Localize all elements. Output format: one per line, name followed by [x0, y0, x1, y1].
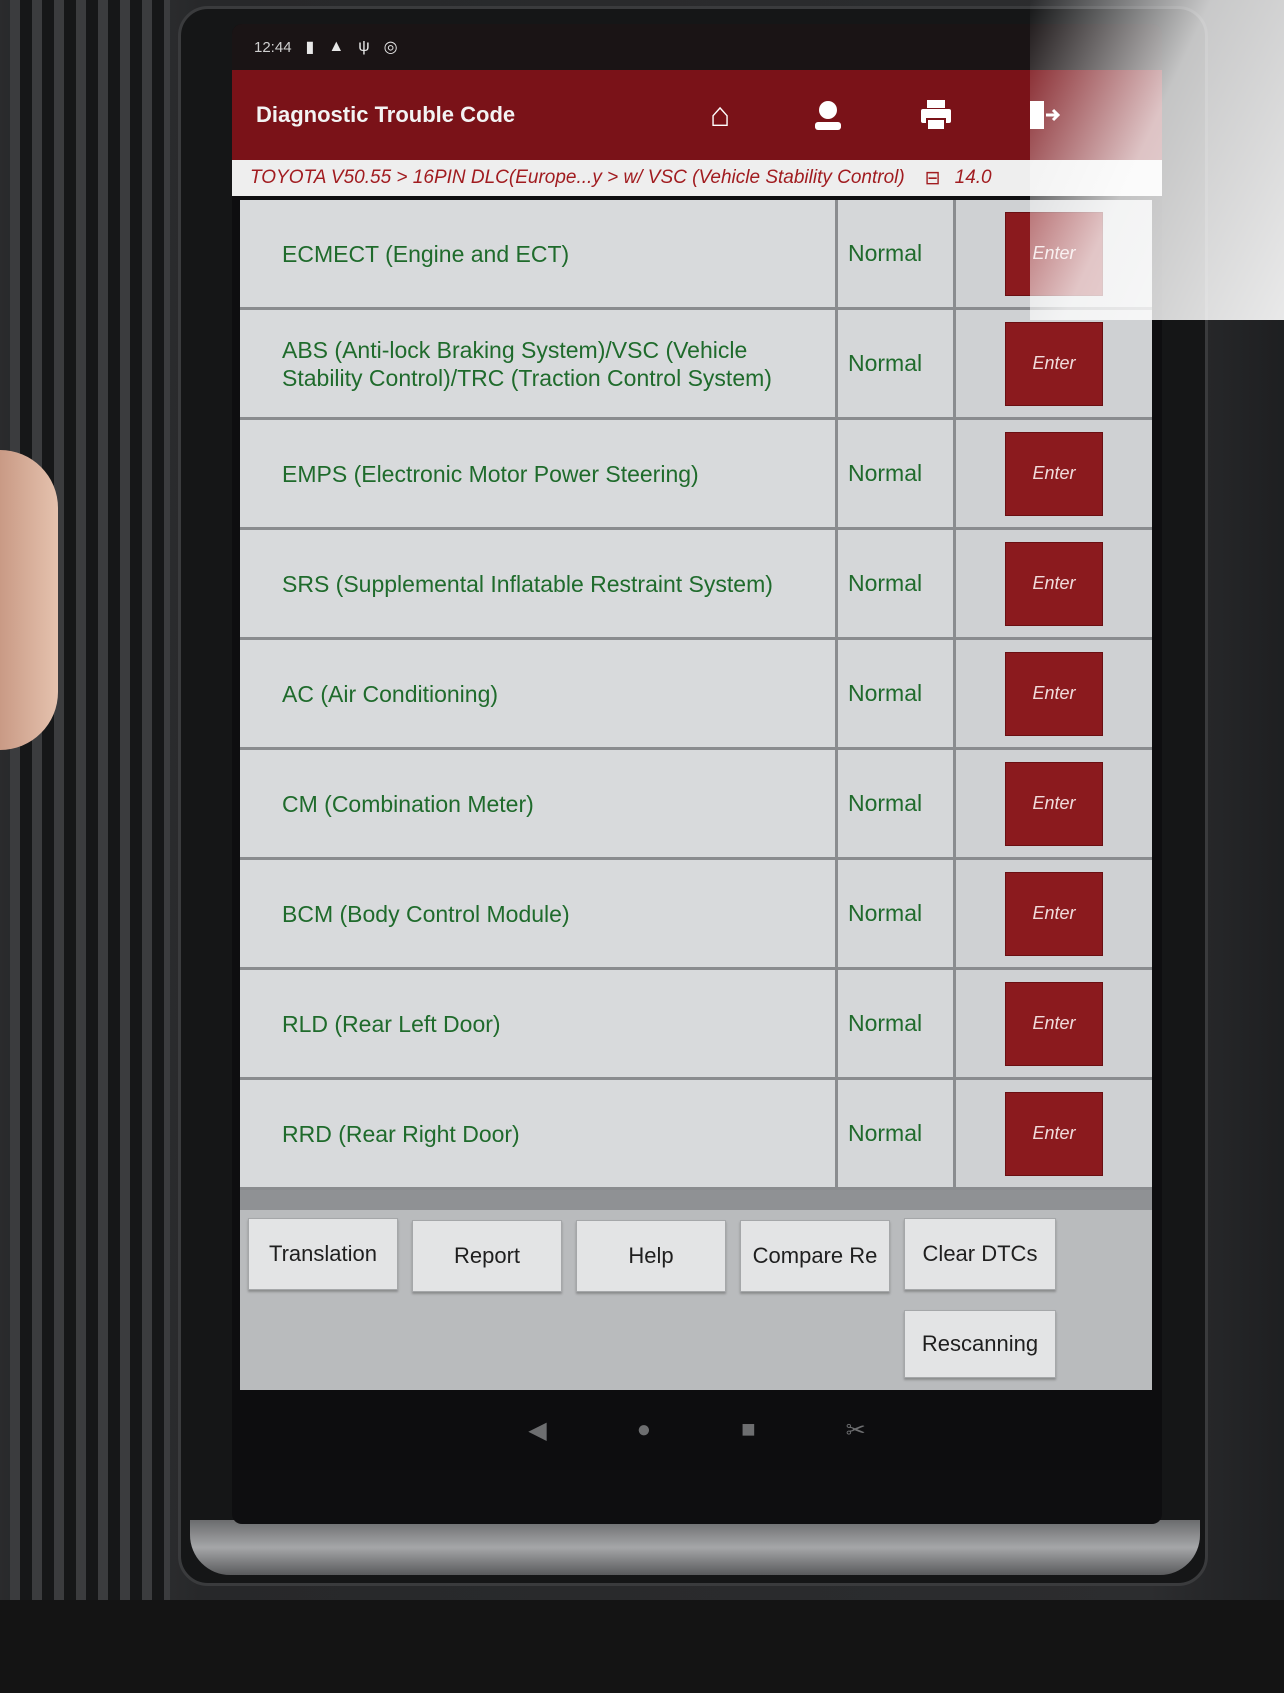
system-status: Normal: [838, 1080, 956, 1187]
battery-voltage: 14.0: [954, 167, 992, 188]
page-title: Diagnostic Trouble Code: [256, 102, 516, 127]
system-status: Normal: [838, 860, 956, 967]
background-surface: [0, 1600, 1284, 1693]
system-name: AC (Air Conditioning): [240, 640, 838, 747]
android-navbar: ◀ ● ■ ✂: [232, 1390, 1162, 1470]
table-row: AC (Air Conditioning) Normal Enter: [240, 640, 1152, 750]
system-name: RLD (Rear Left Door): [240, 970, 838, 1077]
warning-icon: ▲: [328, 38, 345, 55]
device-screen: 12:44 ▮ ▲ ψ ◎ Diagnostic Trouble Code ⌂: [232, 24, 1162, 1524]
system-name: ABS (Anti-lock Braking System)/VSC (Vehi…: [240, 310, 838, 417]
tablet-grip: [10, 0, 170, 1660]
user-button[interactable]: [774, 70, 882, 160]
help-button[interactable]: Help: [576, 1220, 726, 1292]
table-row: BCM (Body Control Module) Normal Enter: [240, 860, 1152, 970]
enter-button[interactable]: Enter: [1005, 651, 1103, 736]
table-row: ECMECT (Engine and ECT) Normal Enter: [240, 200, 1152, 310]
printer-icon: [921, 100, 951, 131]
home-button[interactable]: ⌂: [666, 70, 774, 160]
system-status: Normal: [838, 640, 956, 747]
system-status: Normal: [838, 750, 956, 857]
translation-button[interactable]: Translation: [248, 1218, 398, 1290]
table-row: EMPS (Electronic Motor Power Steering) N…: [240, 420, 1152, 530]
system-name: EMPS (Electronic Motor Power Steering): [240, 420, 838, 527]
system-name: RRD (Rear Right Door): [240, 1080, 838, 1187]
rescanning-button[interactable]: Rescanning: [904, 1310, 1056, 1378]
breadcrumb-path: TOYOTA V50.55 > 16PIN DLC(Europe...y > w…: [250, 167, 905, 188]
table-row: ABS (Anti-lock Braking System)/VSC (Vehi…: [240, 310, 1152, 420]
exit-icon: [1030, 101, 1061, 129]
system-status: Normal: [838, 420, 956, 527]
compare-report-button[interactable]: Compare Re: [740, 1220, 890, 1292]
system-status: Normal: [838, 530, 956, 637]
system-list: ECMECT (Engine and ECT) Normal Enter ABS…: [240, 200, 1152, 1234]
enter-button[interactable]: Enter: [1005, 431, 1103, 516]
system-name: BCM (Body Control Module): [240, 860, 838, 967]
status-bar: 12:44 ▮ ▲ ψ ◎: [232, 24, 1162, 70]
usb-icon: ψ: [358, 38, 370, 55]
enter-button[interactable]: Enter: [1005, 761, 1103, 846]
breadcrumb: TOYOTA V50.55 > 16PIN DLC(Europe...y > w…: [232, 160, 1162, 196]
action-footer: Translation Report Help Compare Re Clear…: [240, 1210, 1152, 1390]
battery-icon: ⊟: [924, 167, 941, 189]
system-name: SRS (Supplemental Inflatable Restraint S…: [240, 530, 838, 637]
home-icon: ⌂: [709, 95, 731, 134]
clear-dtcs-button[interactable]: Clear DTCs: [904, 1218, 1056, 1290]
enter-button[interactable]: Enter: [1005, 211, 1103, 296]
app-header: Diagnostic Trouble Code ⌂: [232, 70, 1162, 160]
table-row: SRS (Supplemental Inflatable Restraint S…: [240, 530, 1152, 640]
report-button[interactable]: Report: [412, 1220, 562, 1292]
enter-button[interactable]: Enter: [1005, 321, 1103, 406]
system-name: ECMECT (Engine and ECT): [240, 200, 838, 307]
bezel-bottom-rim: [190, 1520, 1200, 1575]
print-button[interactable]: [882, 70, 990, 160]
user-icon: [815, 101, 841, 130]
system-status: Normal: [838, 200, 956, 307]
home-nav-icon[interactable]: ●: [637, 1416, 652, 1444]
enter-button[interactable]: Enter: [1005, 981, 1103, 1066]
signal-icon: ▮: [305, 39, 315, 56]
system-status: Normal: [838, 310, 956, 417]
holding-finger: [0, 450, 58, 750]
table-row: RRD (Rear Right Door) Normal Enter: [240, 1080, 1152, 1190]
enter-button[interactable]: Enter: [1005, 871, 1103, 956]
table-row: CM (Combination Meter) Normal Enter: [240, 750, 1152, 860]
recents-icon[interactable]: ■: [741, 1416, 756, 1444]
enter-button[interactable]: Enter: [1005, 1091, 1103, 1176]
enter-button[interactable]: Enter: [1005, 541, 1103, 626]
screenshot-icon[interactable]: ✂: [846, 1416, 866, 1445]
exit-button[interactable]: [990, 70, 1098, 160]
system-name: CM (Combination Meter): [240, 750, 838, 857]
system-status: Normal: [838, 970, 956, 1077]
vci-icon: ◎: [383, 39, 398, 56]
table-row: RLD (Rear Left Door) Normal Enter: [240, 970, 1152, 1080]
status-time: 12:44: [254, 38, 292, 56]
back-icon[interactable]: ◀: [528, 1416, 546, 1445]
